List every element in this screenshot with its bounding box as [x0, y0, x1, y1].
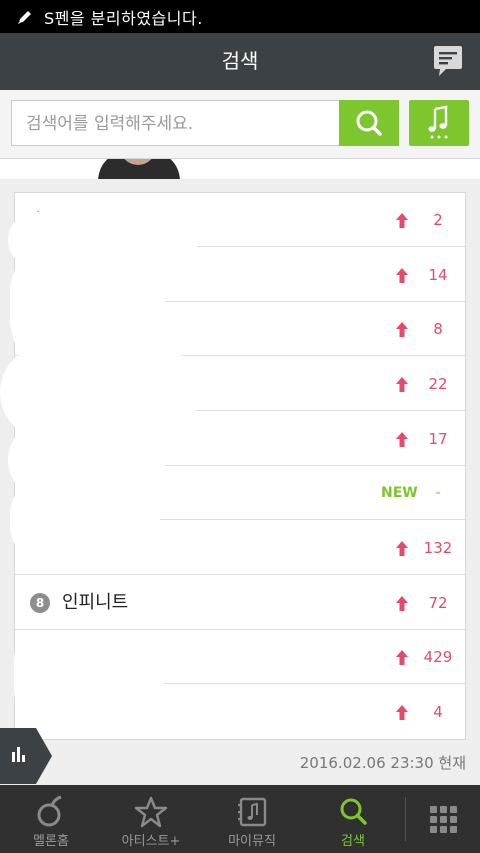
rise-arrow-icon [396, 322, 408, 337]
search-icon [356, 110, 382, 136]
app-header: 검색 [0, 33, 480, 90]
rank-change: 132 [423, 539, 453, 557]
chart-toggle-tab[interactable] [0, 728, 52, 784]
nav-search[interactable]: 검색 [303, 785, 403, 853]
rise-arrow-icon [396, 432, 408, 447]
nav-more-menu[interactable] [406, 785, 480, 853]
rise-arrow-icon [396, 268, 408, 283]
chat-icon[interactable] [432, 45, 464, 79]
rank-change: 4 [433, 703, 443, 721]
rank-change: 8 [433, 320, 443, 338]
music-search-button[interactable] [409, 100, 469, 146]
rise-arrow-icon [396, 650, 408, 665]
search-bar [0, 90, 480, 159]
pen-icon [18, 10, 31, 24]
search-field[interactable] [11, 100, 339, 147]
banner-fragment[interactable] [0, 159, 480, 179]
rank-change: 14 [428, 266, 448, 284]
rank-change: 2 [433, 211, 443, 229]
nav-artist-plus[interactable]: 아티스트+ [101, 785, 201, 853]
rise-arrow-icon [396, 541, 408, 556]
banner-text-fragment [200, 159, 360, 171]
star-icon [134, 796, 168, 828]
grid-menu-icon [430, 806, 457, 833]
page-title: 검색 [221, 49, 259, 73]
rise-arrow-icon [396, 213, 408, 228]
new-badge: NEW [381, 485, 418, 501]
rank-change: 429 [423, 648, 453, 666]
nav-label: 검색 [341, 834, 365, 849]
status-bar: S펜을 분리하였습니다. [0, 0, 480, 33]
redaction-overlay [14, 630, 164, 720]
search-input[interactable] [24, 101, 328, 147]
rank-number: 8 [30, 593, 50, 613]
table-row[interactable]: 8 인피니트 72 [15, 576, 465, 630]
nav-melon-home[interactable]: 멜론홈 [1, 785, 101, 853]
nav-label: 아티스트+ [121, 834, 181, 849]
rank-change: 72 [428, 594, 448, 612]
rank-change: - [435, 485, 441, 501]
rank-change: 17 [428, 430, 448, 448]
my-music-icon [238, 797, 267, 827]
music-note-icon [428, 105, 448, 139]
rank-change: 22 [428, 375, 448, 393]
redaction-overlay [10, 475, 160, 565]
nav-label: 마이뮤직 [228, 834, 276, 849]
rise-arrow-icon [396, 596, 408, 611]
rise-arrow-icon [396, 705, 408, 720]
search-button[interactable] [339, 100, 399, 146]
nav-label: 멜론홈 [33, 834, 69, 849]
bottom-navigation: 멜론홈 아티스트+ 마이뮤직 검색 [0, 785, 480, 853]
status-text: S펜을 분리하였습니다. [44, 8, 203, 28]
artist-photo [98, 159, 180, 179]
search-icon [340, 798, 367, 825]
chart-timestamp: 2016.02.06 23:30 현재 [299, 754, 466, 772]
melon-home-icon [37, 795, 62, 827]
rise-arrow-icon [396, 377, 408, 392]
row-name: 인피니트 [62, 592, 129, 613]
nav-my-music[interactable]: 마이뮤직 [202, 785, 302, 853]
